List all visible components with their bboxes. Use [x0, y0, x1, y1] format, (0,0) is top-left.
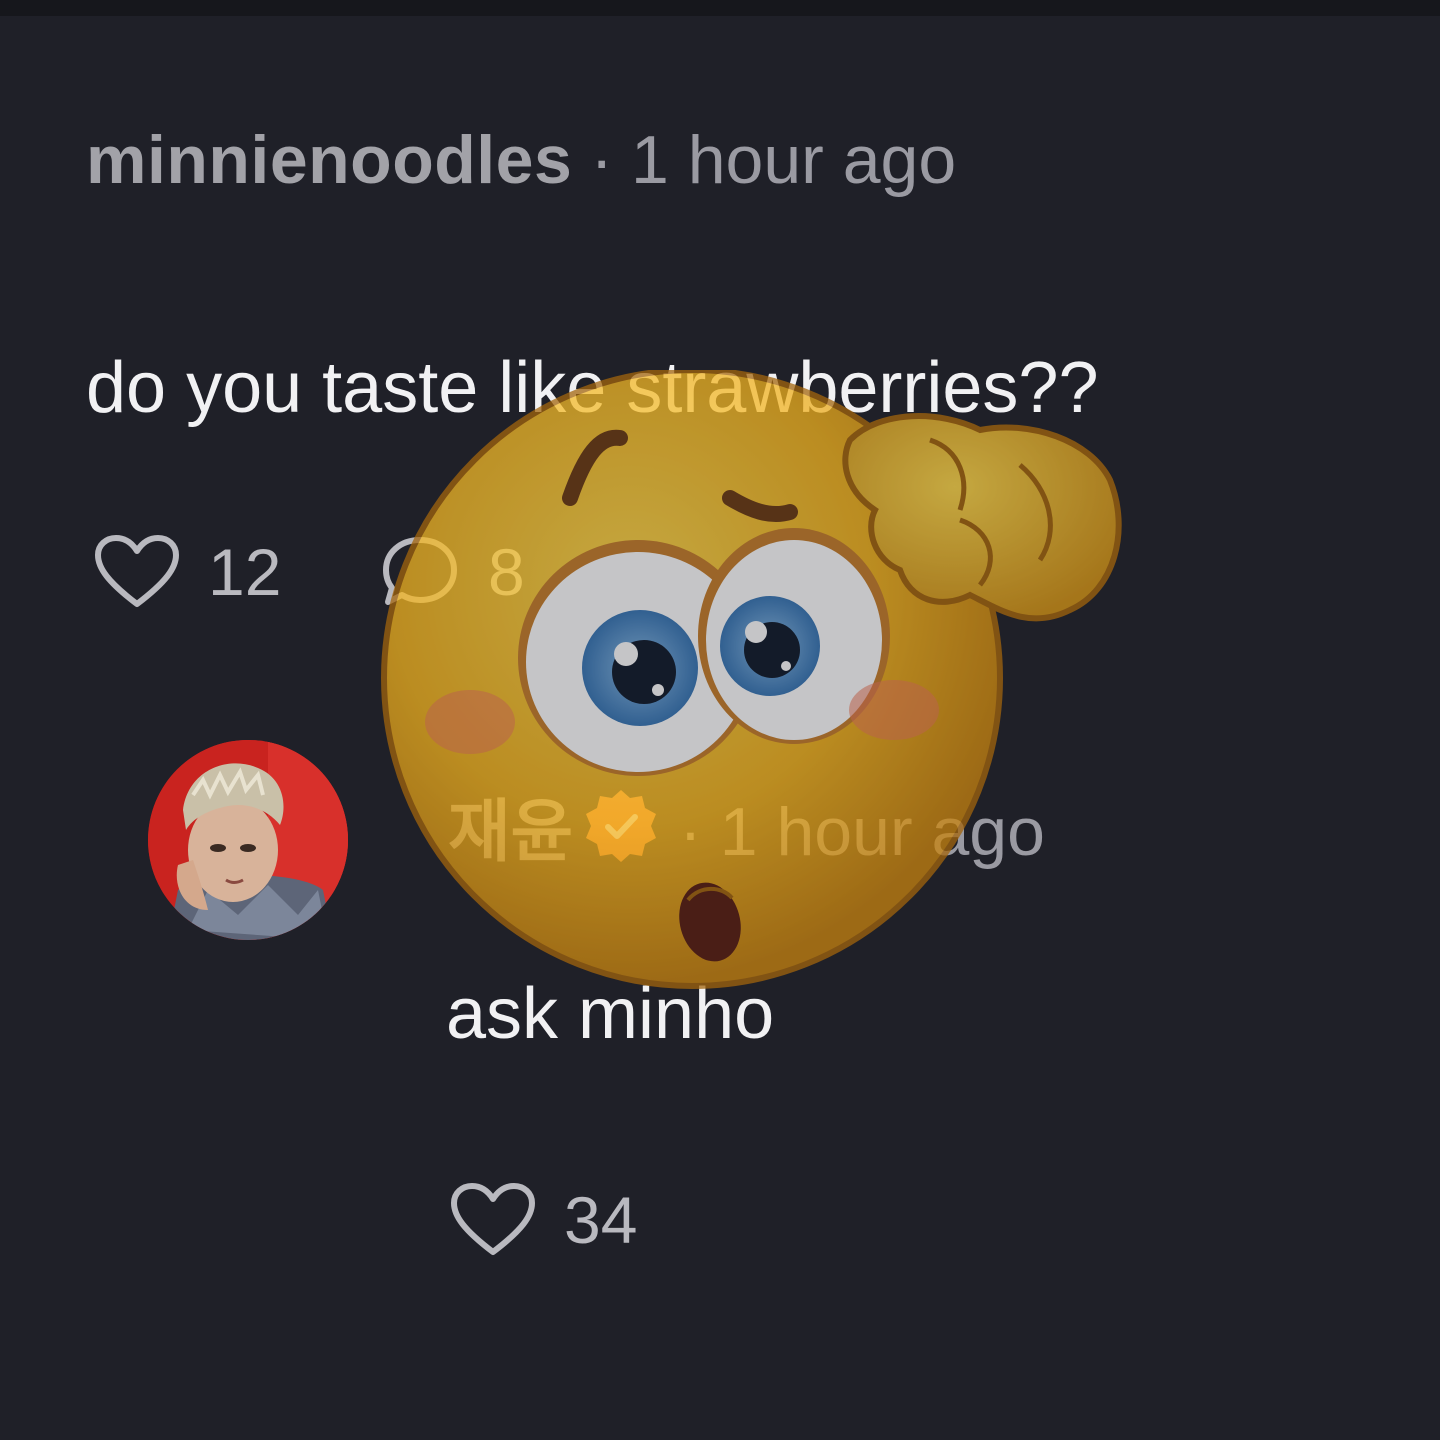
comment-username[interactable]: minnienoodles — [86, 122, 572, 198]
comment-text: do you taste like strawberries?? — [86, 348, 1099, 428]
comment-like-button[interactable]: 12 — [94, 534, 281, 610]
heart-outline-icon — [95, 535, 179, 607]
comment-reply-count: 8 — [488, 535, 525, 609]
avatar-photo — [148, 740, 348, 940]
reply-text: ask minho — [446, 974, 775, 1054]
comment-header: minnienoodles · 1 hour ago — [86, 126, 956, 194]
separator-dot: · — [590, 122, 613, 198]
reply-header: 재윤 · 1 hour ago — [448, 786, 1045, 877]
reply-time: 1 hour ago — [719, 793, 1045, 870]
top-strip — [0, 0, 1440, 16]
reply-like-button[interactable]: 34 — [450, 1182, 637, 1258]
comment-time: 1 hour ago — [630, 122, 957, 198]
speech-bubble-icon — [383, 537, 457, 605]
heart-outline-icon — [451, 1183, 535, 1255]
comment-like-count: 12 — [208, 535, 282, 609]
comment-reply-button[interactable]: 8 — [380, 534, 525, 610]
confused-face-emoji-icon — [381, 370, 1122, 989]
reply-like-count: 34 — [564, 1183, 638, 1257]
reply-username[interactable]: 재윤 — [448, 798, 573, 866]
verified-badge-icon — [581, 786, 661, 877]
separator-dot: · — [679, 793, 702, 870]
avatar[interactable] — [148, 740, 348, 940]
